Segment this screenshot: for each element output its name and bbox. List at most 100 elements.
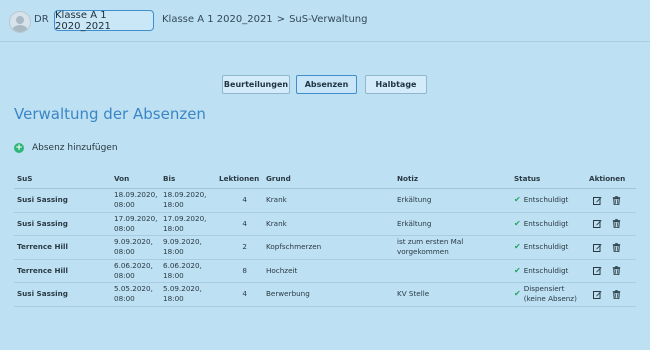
student-name: Terrence Hill xyxy=(14,259,111,283)
breadcrumb-class[interactable]: Klasse A 1 2020_2021 xyxy=(162,14,273,25)
status-cell: ✔ Dispensiert (keine Absenz) xyxy=(511,282,586,307)
from-date: 6.06.2020, xyxy=(114,260,153,270)
add-absence-label[interactable]: Absenz hinzufügen xyxy=(32,143,118,153)
trash-icon[interactable] xyxy=(612,219,621,229)
student-name: Susi Sassing xyxy=(14,282,111,307)
actions-cell xyxy=(586,235,636,260)
to-cell: 9.09.2020, 18:00 xyxy=(160,235,216,260)
column-header[interactable]: Grund xyxy=(263,168,394,189)
lessons-count: 8 xyxy=(216,259,263,283)
note: ist zum ersten Mal vorgekommen xyxy=(394,235,511,260)
status-text: Entschuldigt xyxy=(523,195,569,205)
from-cell: 5.05.2020, 08:00 xyxy=(111,282,160,307)
lessons-count: 2 xyxy=(216,235,263,260)
from-cell: 17.09.2020, 08:00 xyxy=(111,212,160,236)
tab-absenzen[interactable]: Absenzen xyxy=(296,75,357,94)
to-time: 18:00 xyxy=(163,223,184,233)
to-date: 17.09.2020, xyxy=(163,213,207,223)
trash-icon[interactable] xyxy=(612,266,621,276)
from-date: 18.09.2020, xyxy=(114,190,158,200)
actions-cell xyxy=(586,212,636,236)
column-header[interactable]: Lektionen xyxy=(216,168,263,189)
avatar[interactable] xyxy=(9,11,31,33)
from-date: 17.09.2020, xyxy=(114,213,158,223)
to-time: 18:00 xyxy=(163,270,184,280)
status-text: (keine Absenz) xyxy=(523,294,577,304)
from-time: 08:00 xyxy=(114,200,135,210)
edit-icon[interactable] xyxy=(593,196,602,205)
edit-icon[interactable] xyxy=(593,290,602,299)
table-row: Susi Sassing 17.09.2020, 08:00 17.09.2020… xyxy=(14,212,636,236)
edit-icon[interactable] xyxy=(593,219,602,229)
from-cell: 18.09.2020, 08:00 xyxy=(111,188,160,213)
reason: Kopfschmerzen xyxy=(263,235,394,260)
status-text: Dispensiert xyxy=(523,284,565,294)
check-icon: ✔ xyxy=(514,289,521,299)
status-label: Entschuldigt xyxy=(524,195,569,205)
from-time: 08:00 xyxy=(114,223,135,233)
column-header[interactable]: Notiz xyxy=(394,168,511,189)
from-time: 08:00 xyxy=(114,270,135,280)
status-cell: ✔ Entschuldigt xyxy=(511,259,586,283)
trash-icon[interactable] xyxy=(612,195,621,205)
status-cell: ✔ Entschuldigt xyxy=(511,212,586,236)
edit-icon[interactable] xyxy=(593,243,602,252)
from-time: 08:00 xyxy=(114,247,135,257)
breadcrumb: Klasse A 1 2020_2021 > SuS-Verwaltung xyxy=(162,14,368,25)
from-time: 08:00 xyxy=(114,294,135,304)
column-header[interactable]: Bis xyxy=(160,168,216,189)
top-bar: DR Klasse A 1 2020_2021 Klasse A 1 2020_… xyxy=(0,0,650,42)
breadcrumb-separator: > xyxy=(276,14,286,25)
absence-table: SuS Von Bis Lektionen Grund Notiz Status… xyxy=(14,168,636,307)
column-header[interactable]: SuS xyxy=(14,168,111,189)
check-icon: ✔ xyxy=(514,195,521,205)
student-name: Susi Sassing xyxy=(14,188,111,213)
reason: Berwerbung xyxy=(263,282,394,307)
note xyxy=(394,259,511,283)
plus-circle-icon[interactable]: + xyxy=(14,143,24,153)
to-date: 9.09.2020, xyxy=(163,237,202,247)
to-date: 6.06.2020, xyxy=(163,260,202,270)
check-icon: ✔ xyxy=(514,218,521,228)
status-cell: ✔ Entschuldigt xyxy=(511,235,586,260)
to-date: 18.09.2020, xyxy=(163,190,207,200)
to-time: 18:00 xyxy=(163,294,184,304)
reason: Krank xyxy=(263,188,394,213)
column-header[interactable]: Von xyxy=(111,168,160,189)
note: Erkältung xyxy=(394,212,511,236)
note: Erkältung xyxy=(394,188,511,213)
status-label: Entschuldigt xyxy=(524,242,569,252)
to-time: 18:00 xyxy=(163,247,184,257)
edit-icon[interactable] xyxy=(593,266,602,276)
reason: Hochzeit xyxy=(263,259,394,283)
status-text: Entschuldigt xyxy=(523,265,569,275)
student-name: Terrence Hill xyxy=(14,235,111,260)
to-cell: 5.09.2020, 18:00 xyxy=(160,282,216,307)
reason: Krank xyxy=(263,212,394,236)
to-date: 5.09.2020, xyxy=(163,284,202,294)
column-header[interactable]: Status xyxy=(511,168,586,189)
status-text: Entschuldigt xyxy=(523,218,569,228)
actions-cell xyxy=(586,188,636,213)
status-text: Entschuldigt xyxy=(523,242,569,252)
table-row: Susi Sassing 5.05.2020, 08:00 5.09.2020, 1… xyxy=(14,282,636,307)
student-name: Susi Sassing xyxy=(14,212,111,236)
from-date: 5.05.2020, xyxy=(114,284,153,294)
actions-cell xyxy=(586,259,636,283)
status-label: Entschuldigt xyxy=(524,266,569,276)
check-icon: ✔ xyxy=(514,242,521,252)
column-header: Aktionen xyxy=(586,168,636,189)
note: KV Stelle xyxy=(394,282,511,307)
to-cell: 18.09.2020, 18:00 xyxy=(160,188,216,213)
add-absence-button[interactable]: + Absenz hinzufügen xyxy=(14,143,118,153)
class-selector[interactable]: Klasse A 1 2020_2021 xyxy=(54,10,154,32)
tab-halbtage[interactable]: Halbtage xyxy=(365,75,427,94)
to-time: 18:00 xyxy=(163,200,184,210)
tab-beurteilungen[interactable]: Beurteilungen xyxy=(222,75,290,94)
trash-icon[interactable] xyxy=(612,289,621,299)
lessons-count: 4 xyxy=(216,212,263,236)
trash-icon[interactable] xyxy=(612,242,621,252)
from-date: 9.09.2020, xyxy=(114,237,153,247)
status-cell: ✔ Entschuldigt xyxy=(511,188,586,213)
lessons-count: 4 xyxy=(216,188,263,213)
